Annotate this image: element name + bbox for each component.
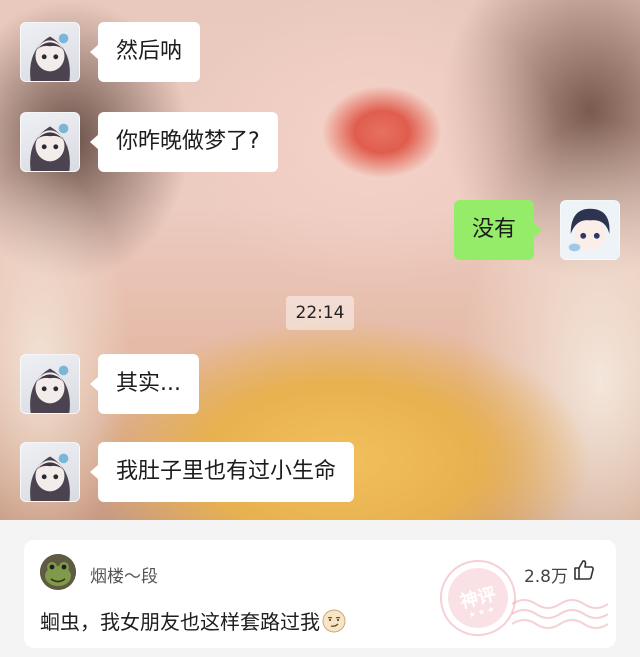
incoming-message-bubble[interactable]: 其实... [90,354,199,414]
stamp-wave-lines-icon [512,599,609,629]
like-count: 2.8万 [523,567,568,587]
smirk-face-emoji-icon [322,609,346,633]
commenter-avatar[interactable] [40,554,76,590]
anime-girl-avatar-icon [30,453,70,501]
contact-avatar[interactable] [20,112,80,172]
hot-comment-card: 烟楼～段 神评 ★ ★ ★ 2.8万 蛔虫，我女朋友也这样套路过我 [24,540,616,648]
user-avatar[interactable] [560,200,620,260]
hot-comment-stamp: 神评 ★ ★ ★ [431,551,525,645]
anime-girl-avatar-icon [30,123,70,171]
incoming-message-bubble[interactable]: 我肚子里也有过小生命 [89,442,355,502]
commenter-username[interactable]: 烟楼～段 [90,562,158,587]
anime-girl-avatar-icon [30,365,70,413]
incoming-message-bubble[interactable]: 然后呐 [89,22,201,82]
message-timestamp: 22:14 [286,296,354,330]
incoming-message-bubble[interactable]: 你昨晚做梦了? [90,112,278,172]
comment-text: 蛔虫，我女朋友也这样套路过我 [40,606,346,635]
frog-avatar-icon [40,554,76,590]
contact-avatar[interactable] [20,354,80,414]
outgoing-message-bubble[interactable]: 没有 [454,200,543,260]
contact-avatar[interactable] [20,22,80,82]
anime-girl-avatar-icon [30,33,70,81]
comment-body: 蛔虫，我女朋友也这样套路过我 [40,610,320,634]
anime-boy-avatar-icon [561,201,619,259]
thumbs-up-icon[interactable] [572,558,596,582]
chat-screenshot: 然后呐 你昨晚做梦了? 没有 22:14 其实... 我肚子里也有过小生命 [0,0,640,520]
contact-avatar[interactable] [20,442,80,502]
